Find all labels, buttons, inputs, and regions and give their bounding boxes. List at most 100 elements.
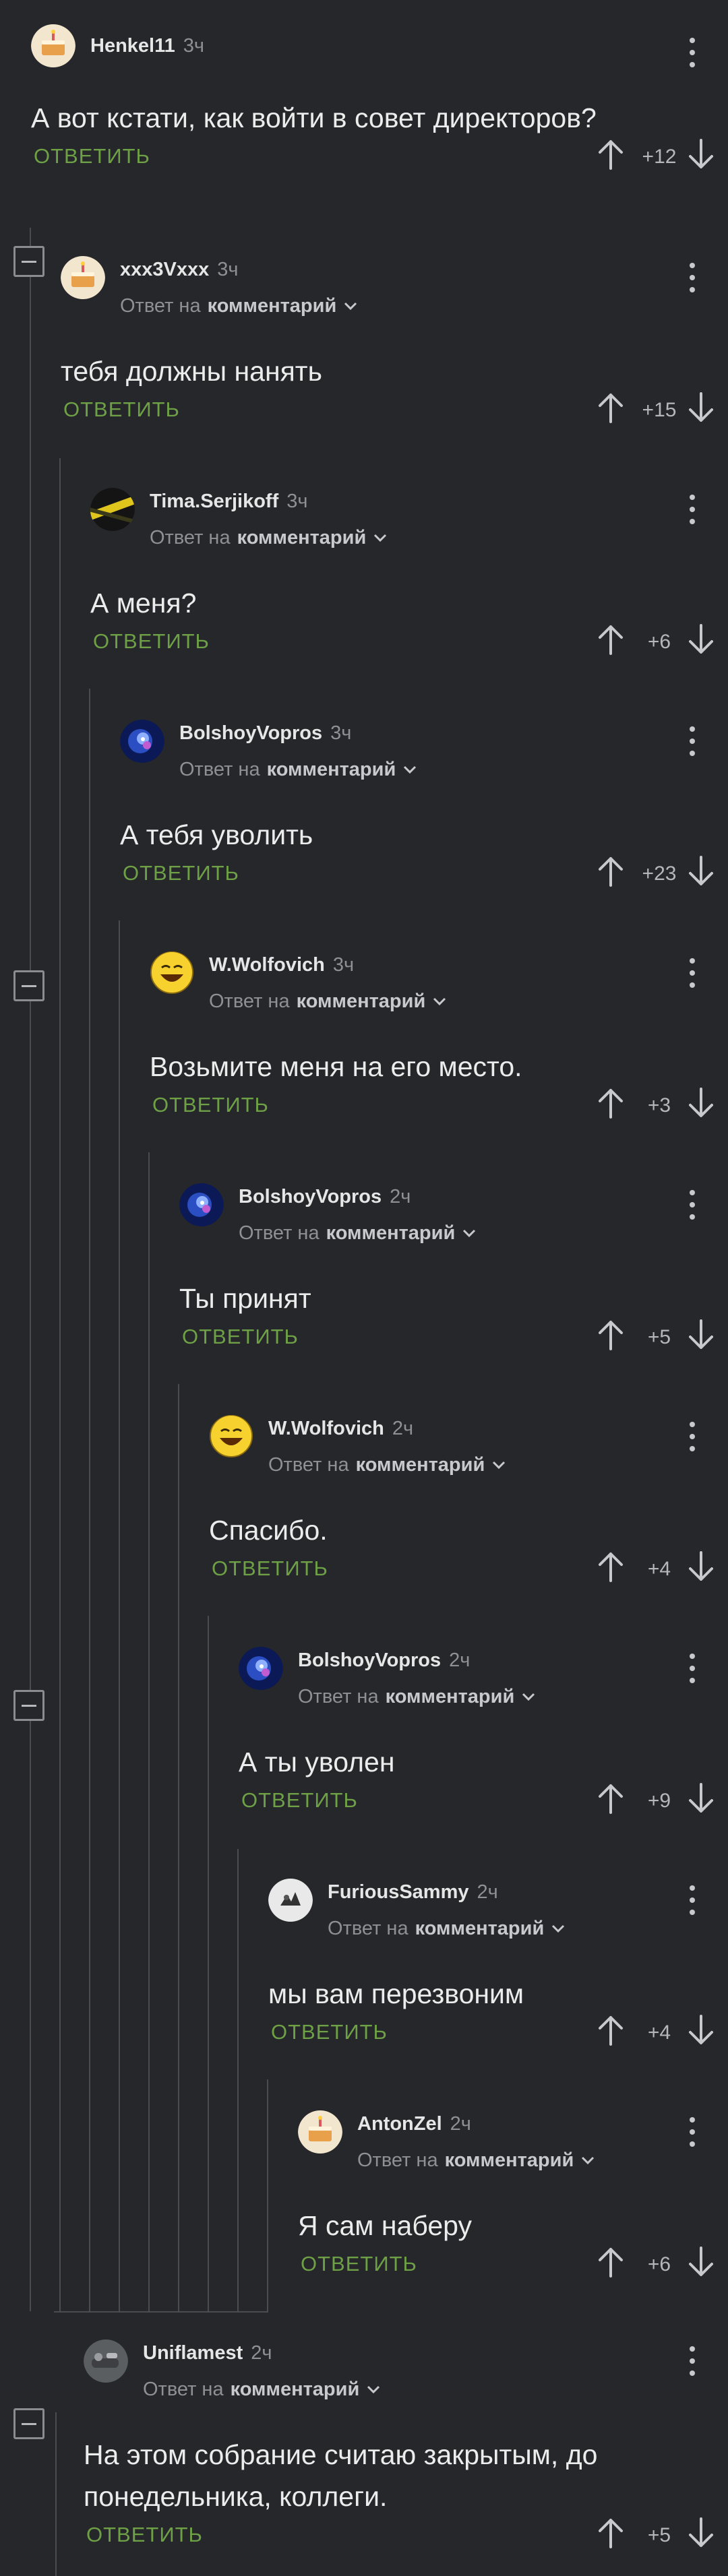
comment-author[interactable]: BolshoyVopros 3ч <box>179 722 351 745</box>
reply-to-link[interactable]: Ответ на комментарий <box>239 1222 477 1245</box>
reply-to-link[interactable]: Ответ на комментарий <box>179 759 417 782</box>
upvote-arrow-icon[interactable] <box>596 623 626 656</box>
reply-to-link[interactable]: Ответ на комментарий <box>268 1454 506 1477</box>
avatar[interactable] <box>84 2339 128 2384</box>
comment-author[interactable]: BolshoyVopros 2ч <box>239 1186 411 1208</box>
downvote-arrow-icon[interactable] <box>686 1550 716 1583</box>
avatar[interactable] <box>120 720 164 764</box>
reply-to-target[interactable]: комментарий <box>326 1222 456 1244</box>
downvote-arrow-icon[interactable] <box>686 1086 716 1120</box>
downvote-arrow-icon[interactable] <box>686 623 716 656</box>
downvote-arrow-icon[interactable] <box>686 137 716 171</box>
reply-button[interactable]: ОТВЕТИТЬ <box>301 2252 417 2276</box>
author-name[interactable]: BolshoyVopros <box>239 1186 382 1207</box>
upvote-arrow-icon[interactable] <box>596 2013 626 2047</box>
upvote-arrow-icon[interactable] <box>596 2245 626 2279</box>
chevron-down-icon[interactable] <box>343 296 358 318</box>
more-options-icon[interactable] <box>682 1418 702 1455</box>
downvote-arrow-icon[interactable] <box>686 2013 716 2047</box>
author-name[interactable]: Henkel11 <box>90 35 175 57</box>
upvote-arrow-icon[interactable] <box>596 1318 626 1352</box>
comment-author[interactable]: AntonZel 2ч <box>357 2113 471 2135</box>
comment-author[interactable]: Henkel11 3ч <box>90 35 204 57</box>
chevron-down-icon[interactable] <box>491 1455 506 1477</box>
more-options-icon[interactable] <box>682 1186 702 1224</box>
author-name[interactable]: BolshoyVopros <box>179 722 322 744</box>
reply-button[interactable]: ОТВЕТИТЬ <box>86 2523 203 2547</box>
avatar[interactable] <box>209 1415 253 1459</box>
reply-to-target[interactable]: комментарий <box>267 759 396 780</box>
collapse-thread-button[interactable] <box>13 970 44 1001</box>
chevron-down-icon[interactable] <box>366 2379 381 2401</box>
reply-button[interactable]: ОТВЕТИТЬ <box>182 1325 299 1349</box>
more-options-icon[interactable] <box>682 259 702 296</box>
reply-to-link[interactable]: Ответ на комментарий <box>298 1686 536 1709</box>
more-options-icon[interactable] <box>682 722 702 760</box>
more-options-icon[interactable] <box>682 1881 702 1919</box>
more-options-icon[interactable] <box>682 954 702 992</box>
reply-to-link[interactable]: Ответ на комментарий <box>357 2149 595 2172</box>
reply-to-target[interactable]: комментарий <box>386 1686 515 1707</box>
reply-to-target[interactable]: комментарий <box>208 295 337 317</box>
comment-author[interactable]: FuriousSammy 2ч <box>328 1881 498 1904</box>
comment-author[interactable]: W.Wolfovich 2ч <box>268 1418 413 1440</box>
author-name[interactable]: W.Wolfovich <box>268 1418 384 1439</box>
reply-to-link[interactable]: Ответ на комментарий <box>120 295 358 318</box>
downvote-arrow-icon[interactable] <box>686 2245 716 2279</box>
reply-to-target[interactable]: комментарий <box>237 527 367 548</box>
reply-to-link[interactable]: Ответ на комментарий <box>209 991 447 1013</box>
more-options-icon[interactable] <box>682 34 702 71</box>
avatar[interactable] <box>179 1183 224 1228</box>
more-options-icon[interactable] <box>682 491 702 528</box>
reply-to-target[interactable]: комментарий <box>231 2379 360 2400</box>
avatar[interactable] <box>239 1647 283 1691</box>
chevron-down-icon[interactable] <box>580 2150 595 2172</box>
downvote-arrow-icon[interactable] <box>686 1318 716 1352</box>
upvote-arrow-icon[interactable] <box>596 391 626 425</box>
author-name[interactable]: BolshoyVopros <box>298 1650 441 1671</box>
avatar[interactable] <box>298 2110 342 2155</box>
avatar[interactable] <box>90 488 135 532</box>
upvote-arrow-icon[interactable] <box>596 854 626 888</box>
collapse-thread-button[interactable] <box>13 2408 44 2439</box>
upvote-arrow-icon[interactable] <box>596 1782 626 1815</box>
author-name[interactable]: W.Wolfovich <box>209 954 325 976</box>
comment-author[interactable]: Uniflamest 2ч <box>143 2342 272 2364</box>
reply-button[interactable]: ОТВЕТИТЬ <box>63 398 180 422</box>
reply-button[interactable]: ОТВЕТИТЬ <box>241 1788 358 1813</box>
author-name[interactable]: FuriousSammy <box>328 1881 469 1903</box>
more-options-icon[interactable] <box>682 2342 702 2380</box>
comment-author[interactable]: W.Wolfovich 3ч <box>209 954 354 976</box>
comment-author[interactable]: xxx3Vxxx 3ч <box>120 259 239 281</box>
upvote-arrow-icon[interactable] <box>596 2516 626 2550</box>
reply-button[interactable]: ОТВЕТИТЬ <box>212 1557 328 1581</box>
upvote-arrow-icon[interactable] <box>596 1086 626 1120</box>
reply-button[interactable]: ОТВЕТИТЬ <box>93 629 210 654</box>
reply-button[interactable]: ОТВЕТИТЬ <box>34 144 150 168</box>
avatar[interactable] <box>268 1879 313 1923</box>
downvote-arrow-icon[interactable] <box>686 1782 716 1815</box>
collapse-thread-button[interactable] <box>13 1690 44 1721</box>
author-name[interactable]: xxx3Vxxx <box>120 259 209 280</box>
avatar[interactable] <box>31 24 75 69</box>
reply-button[interactable]: ОТВЕТИТЬ <box>152 1093 269 1117</box>
reply-button[interactable]: ОТВЕТИТЬ <box>123 861 239 885</box>
downvote-arrow-icon[interactable] <box>686 2516 716 2550</box>
reply-to-target[interactable]: комментарий <box>356 1454 485 1476</box>
author-name[interactable]: Tima.Serjikoff <box>150 491 278 512</box>
reply-button[interactable]: ОТВЕТИТЬ <box>271 2020 388 2044</box>
upvote-arrow-icon[interactable] <box>596 137 626 171</box>
reply-to-target[interactable]: комментарий <box>297 991 426 1012</box>
chevron-down-icon[interactable] <box>521 1687 536 1709</box>
chevron-down-icon[interactable] <box>462 1223 477 1245</box>
comment-author[interactable]: BolshoyVopros 2ч <box>298 1650 470 1672</box>
avatar[interactable] <box>61 256 105 301</box>
downvote-arrow-icon[interactable] <box>686 854 716 888</box>
avatar[interactable] <box>150 951 194 996</box>
downvote-arrow-icon[interactable] <box>686 391 716 425</box>
more-options-icon[interactable] <box>682 2113 702 2151</box>
reply-to-link[interactable]: Ответ на комментарий <box>150 527 388 550</box>
author-name[interactable]: Uniflamest <box>143 2342 243 2364</box>
upvote-arrow-icon[interactable] <box>596 1550 626 1583</box>
chevron-down-icon[interactable] <box>551 1918 566 1941</box>
